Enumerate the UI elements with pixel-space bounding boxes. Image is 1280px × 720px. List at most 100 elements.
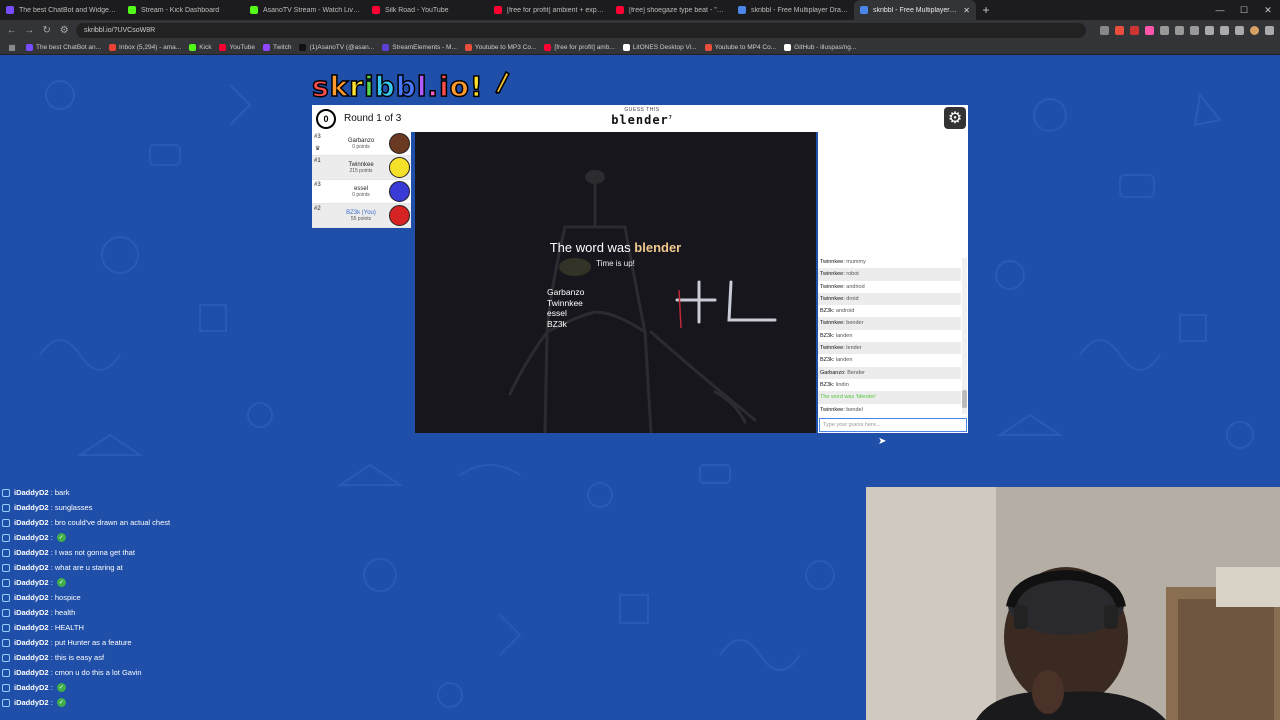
chat-message: BZ3k: landen: [818, 330, 961, 342]
browser-tab[interactable]: [free] shoegaze type beat - "Aband: [610, 0, 732, 20]
chat-messages: Twinnkee: mummy Twinnkee: robot Twinnkee: …: [818, 256, 961, 416]
chat-text: bendel: [846, 406, 863, 413]
settings-gear-button[interactable]: ⚙: [944, 107, 966, 129]
extensions-puzzle-icon[interactable]: [1190, 25, 1199, 35]
chat-username: Twinnkee:: [820, 295, 845, 302]
round-end-title: The word was blender: [415, 240, 816, 255]
chat-message: BZ3k: landen: [818, 354, 961, 366]
stream-chat-username: iDaddyD2: [14, 623, 49, 632]
bookmark-label: Youtube to MP3 Co...: [474, 43, 537, 51]
extension-icon[interactable]: [1130, 25, 1139, 35]
tab-close-icon[interactable]: ✕: [963, 6, 970, 15]
chat-message: Garbanzo: Bender: [818, 366, 961, 379]
stream-chat-text: :: [50, 533, 53, 542]
browser-tab[interactable]: skribbl - Free Multiplayer Drawing &: [732, 0, 854, 20]
browser-tab[interactable]: Silk Road - YouTube: [366, 0, 488, 20]
tab-label: Silk Road - YouTube: [385, 6, 449, 14]
close-window-icon[interactable]: ✕: [1256, 0, 1280, 20]
stream-chat-text: : I was not gonna get that: [50, 548, 135, 557]
stream-chat-line: iDaddyD2 : HEALTH: [0, 620, 300, 635]
bookmark-item[interactable]: Youtube to MP4 Co...: [704, 43, 776, 51]
guess-input[interactable]: Type your guess here...: [819, 418, 967, 432]
chat-badge-icon: [2, 623, 10, 632]
stream-chat-message: iDaddyD2 :: [14, 698, 53, 707]
stream-chat-text: : hospice: [50, 593, 81, 602]
stream-chat-message: iDaddyD2 :: [14, 683, 53, 692]
bookmark-favicon-icon: [299, 43, 307, 51]
profile-avatar[interactable]: [1250, 25, 1259, 35]
webcam-feed: [866, 487, 1280, 720]
stream-chat-username: iDaddyD2: [14, 608, 49, 617]
round-end-word: blender: [634, 240, 682, 255]
bookmark-item[interactable]: Kick: [189, 43, 211, 51]
bookmark-item[interactable]: [free for profit] amb...: [544, 43, 615, 51]
player-points: 0 points: [352, 143, 370, 150]
browser-tab[interactable]: skribbl - Free Multiplayer Dr ✕: [854, 0, 976, 20]
bookmark-item[interactable]: YouTube: [219, 43, 255, 51]
stream-chat-username: iDaddyD2: [14, 563, 49, 572]
address-bar-row: ← → ↻ ⚙ skribbl.io/?UVCsoW8R: [0, 20, 1280, 40]
browser-tab[interactable]: The best ChatBot and Widgets for K: [0, 0, 122, 20]
stream-chat-username: iDaddyD2: [14, 503, 49, 512]
site-info-icon[interactable]: ⚙: [59, 25, 71, 36]
sidebar-icon[interactable]: [1235, 25, 1244, 35]
stream-chat-username: iDaddyD2: [14, 683, 49, 692]
new-tab-button[interactable]: +: [976, 3, 996, 17]
bookmark-item[interactable]: Inbox (5,294) - ama...: [109, 43, 181, 51]
download-icon[interactable]: [1220, 25, 1229, 35]
chat-message: Twinnkee: lender: [818, 342, 961, 355]
extension-icon[interactable]: [1175, 25, 1184, 35]
chat-username: Twinnkee:: [820, 345, 845, 352]
player-avatar: [389, 205, 410, 226]
browser-tab-bar: The best ChatBot and Widgets for K Stream…: [0, 0, 1280, 20]
chat-badge-icon: [2, 698, 10, 707]
reload-icon[interactable]: ↻: [41, 25, 53, 36]
chat-badge-icon: [2, 608, 10, 617]
extension-icon[interactable]: [1115, 25, 1124, 35]
drawing-canvas[interactable]: The word was blender Time is up! Garbanz…: [415, 132, 816, 433]
stream-chat-message: iDaddyD2 : sunglasses: [14, 503, 92, 512]
chat-scrollbar[interactable]: [962, 258, 967, 414]
stream-chat-line: iDaddyD2 : bro could've drawn an actual …: [0, 515, 300, 530]
extension-icon[interactable]: [1145, 25, 1154, 35]
player-info: Twinnkee 215 points: [326, 162, 396, 174]
stream-chat-text: : health: [50, 608, 76, 617]
word-length: 7: [668, 115, 673, 121]
chat-scroll-thumb[interactable]: [962, 390, 967, 408]
stream-chat-line: iDaddyD2 : ✓: [0, 695, 300, 710]
bookmark-item[interactable]: Youtube to MP3 Co...: [464, 43, 537, 51]
bookmark-item[interactable]: GitHub - illuspas/ng...: [784, 43, 857, 51]
chat-badge-icon: [2, 683, 10, 692]
current-word: blender: [611, 113, 669, 127]
share-icon[interactable]: [1100, 25, 1109, 35]
tab-favicon-icon: [616, 6, 624, 14]
apps-icon[interactable]: ▦: [6, 43, 18, 52]
stream-chat-text: :: [50, 683, 53, 692]
back-icon[interactable]: ←: [6, 25, 18, 36]
chat-username: Twinnkee:: [820, 406, 845, 413]
stream-chat-line: iDaddyD2 : cmon u do this a lot Gavin: [0, 665, 300, 680]
bookmark-favicon-icon: [189, 43, 197, 51]
bookmark-label: [free for profit] amb...: [554, 43, 615, 51]
media-icon[interactable]: [1205, 25, 1214, 35]
extension-icon[interactable]: [1160, 25, 1169, 35]
minimize-icon[interactable]: —: [1208, 0, 1232, 20]
menu-icon[interactable]: [1265, 25, 1274, 35]
chat-text: landen: [835, 332, 853, 339]
tab-label: Stream - Kick Dashboard: [141, 6, 220, 14]
forward-icon[interactable]: →: [24, 25, 36, 36]
tab-label: skribbl - Free Multiplayer Dr: [873, 6, 959, 14]
tab-favicon-icon: [494, 6, 502, 14]
maximize-icon[interactable]: ☐: [1232, 0, 1256, 20]
browser-tab[interactable]: AsanoTV Stream - Watch Live on Kick: [244, 0, 366, 20]
bookmark-item[interactable]: (1)AsanoTV (@asan...: [299, 43, 374, 51]
bookmark-label: GitHub - illuspas/ng...: [794, 43, 857, 51]
browser-tab[interactable]: [free for profit] ambient + experimen: [488, 0, 610, 20]
url-field[interactable]: skribbl.io/?UVCsoW8R: [76, 22, 1086, 38]
browser-tab[interactable]: Stream - Kick Dashboard: [122, 0, 244, 20]
stream-chat-text: : bro could've drawn an actual chest: [50, 518, 171, 527]
bookmark-item[interactable]: The best ChatBot an...: [26, 43, 101, 51]
bookmark-item[interactable]: Twitch: [263, 43, 291, 51]
bookmark-item[interactable]: StreamElements - M...: [382, 43, 457, 51]
bookmark-item[interactable]: LitONES Desktop Vi...: [622, 43, 697, 51]
